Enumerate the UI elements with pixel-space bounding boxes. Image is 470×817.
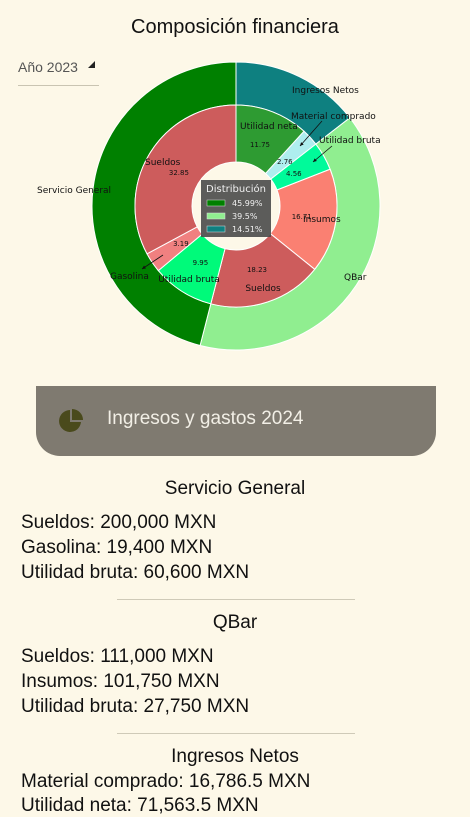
middle-slice-label: Insumos xyxy=(303,215,341,225)
legend-entry-label: 14.51% xyxy=(232,225,263,234)
middle-slice-value: 4.56 xyxy=(286,170,302,178)
detail-line: Utilidad bruta: 60,600 MXN xyxy=(21,562,250,583)
financial-donut-chart: Ingresos Netos QBar Servicio General 11.75 U… xyxy=(37,61,381,351)
outer-slice-label: QBar xyxy=(344,273,367,283)
detail-line: Utilidad neta: 71,563.5 MXN xyxy=(21,795,259,816)
detail-line: Sueldos: 111,000 MXN xyxy=(21,646,214,667)
middle-slice-label: Material comprado xyxy=(291,112,376,122)
middle-slice-label: Sueldos xyxy=(145,158,181,168)
page-title: Composición financiera xyxy=(131,16,339,38)
legend-swatch xyxy=(206,225,226,233)
legend-swatch xyxy=(206,212,226,220)
outer-slice-label: Servicio General xyxy=(37,186,111,196)
detail-line: Gasolina: 19,400 MXN xyxy=(21,537,213,558)
banner-label: Ingresos y gastos 2024 xyxy=(107,408,304,429)
legend-title: Distribución xyxy=(206,183,266,195)
middle-slice-value: 9.95 xyxy=(193,259,209,267)
detail-line: Material comprado: 16,786.5 MXN xyxy=(21,771,311,792)
section-divider xyxy=(117,733,355,734)
middle-slice-value: 3.19 xyxy=(173,240,189,248)
middle-slice-label: Utilidad bruta xyxy=(158,275,220,285)
section-title-ingresos-netos: Ingresos Netos xyxy=(171,746,299,767)
section-title-servicio-general: Servicio General xyxy=(164,478,306,499)
section-title-qbar: QBar xyxy=(212,612,258,633)
detail-line: Insumos: 101,750 MXN xyxy=(21,671,220,692)
income-expenses-2024-button[interactable]: Ingresos y gastos 2024 xyxy=(36,386,436,456)
section-divider xyxy=(117,599,355,600)
middle-slice-value: 18.23 xyxy=(247,266,267,274)
middle-slice-value: 2.76 xyxy=(277,158,293,166)
middle-slice-value: 11.75 xyxy=(250,141,270,149)
legend-entry-label: 45.99% xyxy=(232,199,263,208)
outer-slice-label: Ingresos Netos xyxy=(292,86,359,96)
pie-chart-icon xyxy=(59,409,83,432)
middle-slice-label: Sueldos xyxy=(245,284,281,294)
middle-slice-label: Utilidad bruta xyxy=(319,136,381,146)
middle-slice-label: Utilidad neta xyxy=(240,122,298,132)
middle-slice-value: 32.85 xyxy=(169,169,189,177)
detail-line: Sueldos: 200,000 MXN xyxy=(21,512,217,533)
legend-entry-label: 39.5% xyxy=(232,212,258,221)
detail-line: Utilidad bruta: 27,750 MXN xyxy=(21,696,250,717)
legend-swatch xyxy=(206,199,226,207)
middle-slice-label: Gasolina xyxy=(110,272,149,282)
